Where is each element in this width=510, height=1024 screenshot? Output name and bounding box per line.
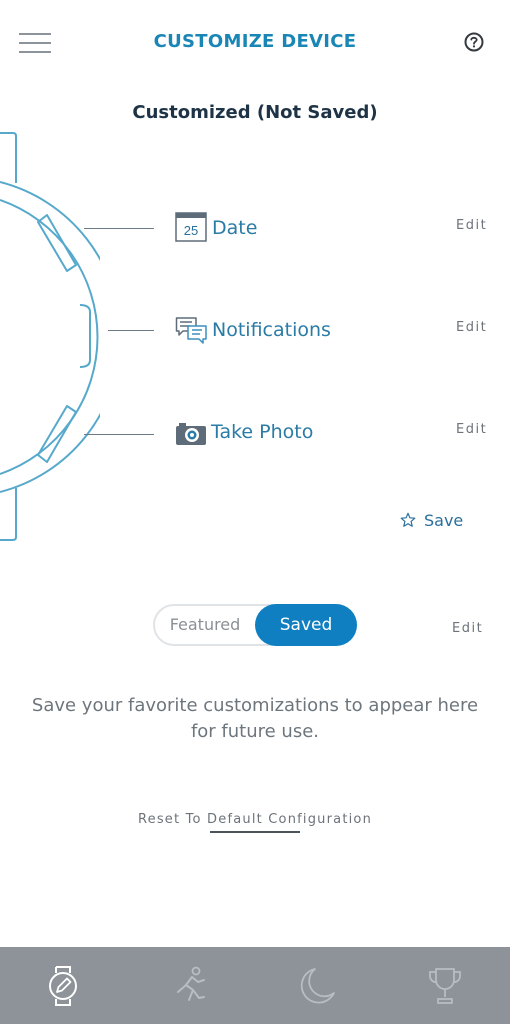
edit-date-button[interactable]: Edit [456,218,487,233]
nav-watch-edit[interactable] [33,947,93,1024]
reset-link-underline [210,831,300,833]
page-title: CUSTOMIZE DEVICE [153,31,357,52]
moon-icon [300,967,335,1003]
connector-line [108,330,154,331]
chat-bubbles-icon [175,317,207,344]
edit-photo-button[interactable]: Edit [456,422,487,437]
help-button[interactable] [464,32,484,52]
reset-default-link[interactable]: Reset To Default Configuration [0,812,510,827]
edit-saved-button[interactable]: Edit [452,621,483,636]
watch-outline-illustration [0,132,100,541]
bottom-navigation [0,947,510,1024]
edit-notifications-button[interactable]: Edit [456,320,487,335]
save-label: Save [424,511,464,530]
watch-edit-icon [49,965,77,1006]
calendar-day-number: 25 [184,223,198,238]
nav-activity[interactable] [160,947,220,1024]
camera-icon [176,423,206,445]
nav-sleep[interactable] [288,947,348,1024]
tab-featured[interactable]: Featured [155,606,255,644]
empty-saved-message: Save your favorite customizations to app… [31,695,479,742]
complication-notifications-label[interactable]: Notifications [212,319,331,341]
runner-icon [177,966,205,1001]
calendar-icon: 25 [175,212,207,242]
complication-photo-label[interactable]: Take Photo [211,421,313,443]
connector-line [84,228,154,229]
trophy-icon [429,967,461,1004]
tab-saved[interactable]: Saved [255,604,357,646]
star-icon [400,512,416,527]
nav-goals[interactable] [415,947,475,1024]
question-mark-icon [464,32,484,52]
customization-status: Customized (Not Saved) [132,102,378,123]
complication-date-label[interactable]: Date [212,217,257,239]
connector-line [84,434,154,435]
save-button[interactable]: Save [400,511,463,530]
